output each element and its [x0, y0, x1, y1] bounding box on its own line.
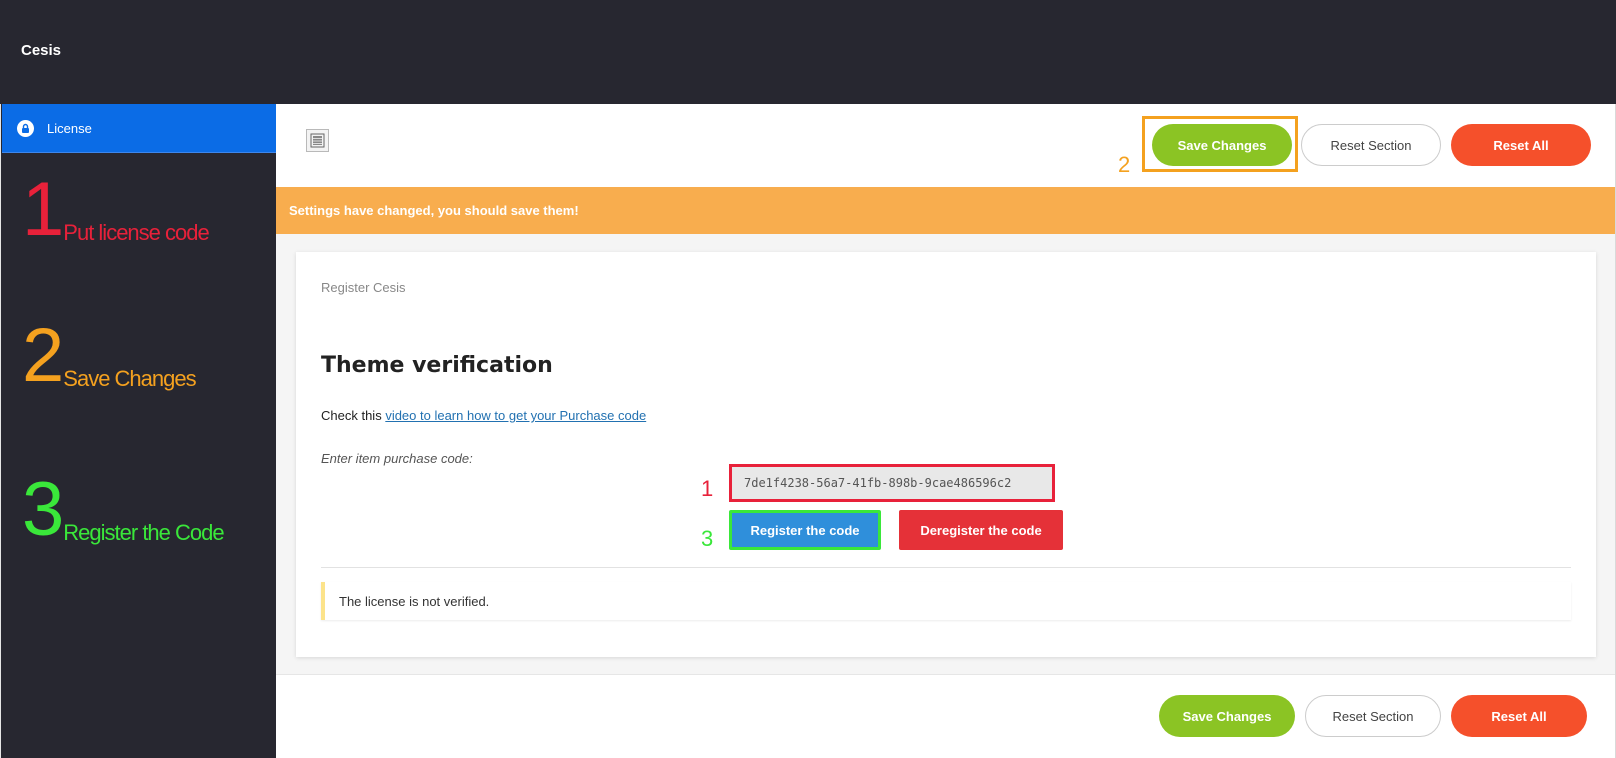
step-1-annotation: 1Put license code: [22, 172, 210, 248]
reset-all-button[interactable]: Reset All: [1451, 124, 1591, 166]
sidebar: License 1Put license code 2Save Changes …: [0, 104, 277, 758]
card-description: Check this video to learn how to get you…: [321, 408, 646, 423]
desc-prefix: Check this: [321, 408, 386, 423]
footer-reset-all-button[interactable]: Reset All: [1451, 695, 1587, 737]
step-number: 2: [22, 313, 64, 398]
card-subtitle: Register Cesis: [321, 280, 406, 295]
purchase-code-input[interactable]: [729, 464, 1055, 502]
register-code-button[interactable]: Register the code: [729, 510, 881, 550]
options-footer: Save Changes Reset Section Reset All: [276, 674, 1615, 758]
step-text: Register the Code: [63, 520, 224, 545]
purchase-code-video-link[interactable]: video to learn how to get your Purchase …: [385, 408, 646, 423]
marker-1: 1: [701, 476, 714, 501]
purchase-code-label: Enter item purchase code:: [321, 451, 473, 466]
step-number: 1: [22, 167, 64, 252]
footer-reset-section-button[interactable]: Reset Section: [1305, 695, 1441, 737]
divider: [321, 567, 1571, 568]
brand-title: Cesis: [21, 42, 62, 59]
step-3-annotation: 3Register the Code: [22, 472, 225, 548]
sidebar-item-license[interactable]: License: [2, 104, 277, 153]
step-text: Put license code: [63, 220, 209, 245]
lock-icon: [17, 119, 34, 137]
settings-changed-notice: Settings have changed, you should save t…: [276, 187, 1615, 234]
step-2-annotation: 2Save Changes: [22, 318, 197, 394]
step-text: Save Changes: [63, 366, 196, 391]
license-status-text: The license is not verified.: [339, 593, 490, 609]
card-title: Theme verification: [321, 353, 553, 378]
layout-toggle-icon[interactable]: [306, 129, 329, 152]
reset-section-button[interactable]: Reset Section: [1301, 124, 1441, 166]
main-panel: Save Changes Reset Section Reset All 2 S…: [276, 104, 1616, 758]
deregister-code-button[interactable]: Deregister the code: [899, 510, 1063, 550]
options-header: Save Changes Reset Section Reset All 2: [276, 104, 1615, 187]
license-status-box: The license is not verified.: [321, 582, 1571, 620]
marker-2: 2: [1118, 152, 1131, 177]
sidebar-item-label: License: [47, 120, 92, 136]
top-bar: Cesis: [0, 0, 1616, 104]
step-number: 3: [22, 467, 64, 552]
marker-3: 3: [701, 526, 714, 551]
footer-save-changes-button[interactable]: Save Changes: [1159, 695, 1295, 737]
license-card: Register Cesis Theme verification Check …: [296, 252, 1596, 657]
save-changes-button[interactable]: Save Changes: [1152, 124, 1292, 166]
